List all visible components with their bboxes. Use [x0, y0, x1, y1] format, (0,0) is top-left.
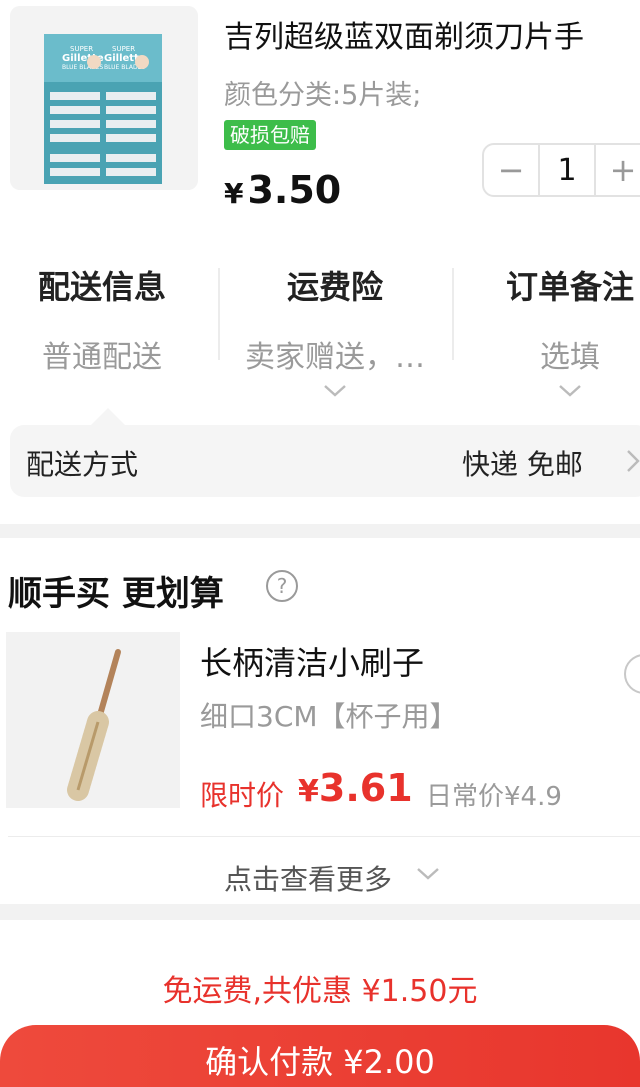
help-icon[interactable]: ?: [266, 570, 298, 602]
chevron-right-icon: [626, 449, 640, 477]
option-title: 配送信息: [37, 268, 166, 306]
option-title: 运费险: [286, 268, 383, 306]
shipping-method-value: 快递 免邮: [462, 448, 583, 481]
list-divider: [8, 836, 640, 837]
product-image[interactable]: SUPER Gillette BLUE BLADES SUPER Gillett…: [10, 6, 198, 190]
option-value: 普通配送: [42, 340, 162, 375]
product-variant[interactable]: 颜色分类:5片装;: [224, 73, 421, 112]
price-currency: ¥: [224, 177, 244, 210]
recommend-title: 顺手买 更划算: [8, 574, 224, 614]
recommend-item-image[interactable]: [6, 632, 180, 808]
order-product-card: SUPER Gillette BLUE BLADES SUPER Gillett…: [0, 0, 640, 225]
option-shipping-insurance[interactable]: 运费险 卖家赠送，…: [226, 262, 444, 398]
option-value: 卖家赠送，…: [245, 340, 425, 375]
select-radio[interactable]: [624, 654, 640, 694]
saving-summary: 免运费,共优惠 ¥1.50元: [162, 974, 478, 1009]
limited-price-label: 限时价: [200, 779, 285, 812]
quantity-value[interactable]: 1: [538, 145, 596, 195]
package-text-super-2: SUPER: [112, 45, 135, 53]
chevron-down-icon: [494, 384, 640, 398]
product-price: ¥3.50: [224, 168, 341, 212]
tooltip-notch: [91, 408, 125, 442]
increment-button[interactable]: +: [596, 145, 640, 195]
limited-price-currency: ¥: [298, 774, 319, 809]
confirm-payment-button[interactable]: 确认付款 ¥2.00: [0, 1025, 640, 1087]
limited-price: ¥3.61: [298, 766, 413, 810]
limited-price-value: 3.61: [318, 766, 413, 810]
shipping-method-row[interactable]: 配送方式 快递 免邮: [10, 408, 640, 497]
option-value: 选填: [540, 340, 600, 375]
package-text-super: SUPER: [70, 45, 93, 53]
view-more-link[interactable]: 点击查看更多: [224, 858, 392, 898]
option-delivery-info[interactable]: 配送信息 普通配送: [24, 262, 180, 376]
chevron-down-icon: [416, 866, 440, 885]
recommend-item-name[interactable]: 长柄清洁小刷子: [200, 638, 424, 684]
option-divider: [218, 268, 220, 360]
section-separator: [0, 904, 640, 920]
shipping-method-label: 配送方式: [26, 448, 139, 481]
order-options: 配送信息 普通配送 运费险 卖家赠送，… 订单备注 选填: [0, 262, 640, 412]
guarantee-badge: 破损包赔: [224, 120, 316, 150]
option-divider: [452, 268, 454, 360]
regular-price: 日常价¥4.9: [426, 782, 562, 812]
option-title: 订单备注: [505, 268, 634, 306]
decrement-button[interactable]: −: [484, 145, 538, 195]
section-separator: [0, 524, 640, 538]
price-value: 3.50: [247, 168, 342, 212]
option-order-note[interactable]: 订单备注 选填: [494, 262, 640, 398]
recommend-item-spec: 细口3CM【杯子用】: [200, 700, 458, 733]
product-title[interactable]: 吉列超级蓝双面剃须刀片手: [224, 12, 640, 56]
quantity-stepper: − 1 +: [482, 143, 640, 197]
chevron-down-icon: [226, 384, 444, 398]
